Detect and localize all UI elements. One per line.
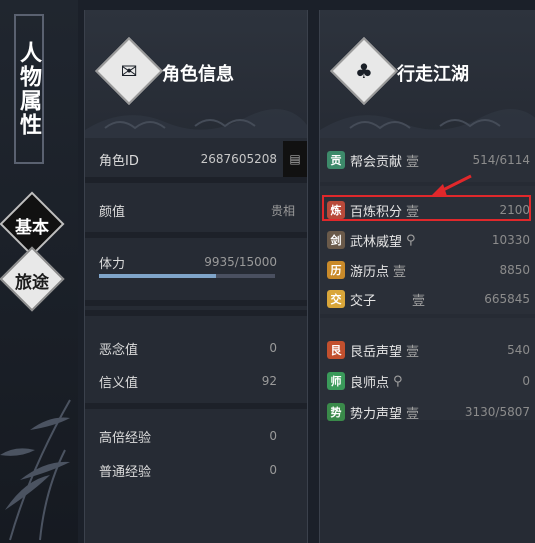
item-label: 艮岳声望 (350, 344, 403, 360)
item-label: 势力声望 (350, 406, 403, 422)
jianghu-title: 行走江湖 (397, 64, 469, 85)
scroll-icon: ✉ (120, 59, 138, 83)
section-title: 人物属性 (16, 41, 42, 137)
copy-id-icon[interactable]: ▤ (283, 141, 307, 177)
list-item-martial-prestige[interactable]: 剑 武林威望 ⚲ 10330 (320, 226, 535, 254)
evil-row: 恶念值 0 (85, 330, 307, 366)
normal-exp-value: 0 (269, 463, 277, 477)
normal-exp-row: 普通经验 0 (85, 452, 307, 488)
location-pin-icon: ⚲ (393, 373, 403, 389)
info-icon: 壹 (406, 344, 420, 360)
multi-exp-label: 高倍经验 (99, 430, 152, 446)
divider (85, 300, 307, 306)
info-icon: 壹 (406, 406, 420, 422)
list-item-jiaozi[interactable]: 交 交子 壹 665845 (320, 285, 535, 313)
role-id-value: 2687605208 (200, 152, 277, 166)
info-icon: 壹 (393, 264, 407, 280)
divider (85, 310, 307, 316)
stamina-label: 体力 (99, 256, 126, 272)
evil-value: 0 (269, 341, 277, 355)
stamina-row: 体力 9935/15000 (85, 244, 307, 280)
item-value: 514/6114 (472, 153, 531, 167)
red-arrow-icon (431, 174, 472, 196)
evil-label: 恶念值 (99, 342, 139, 358)
list-item-faction-prestige[interactable]: 势 势力声望 壹 3130/5807 (320, 398, 535, 426)
list-item-genyue-prestige[interactable]: 艮 艮岳声望 壹 540 (320, 336, 535, 364)
faith-value: 92 (261, 374, 277, 388)
guild-icon: 贡 (327, 151, 345, 169)
character-info-header: ✉ 角色信息 (85, 10, 307, 138)
item-value: 665845 (484, 292, 530, 306)
role-id-row: 角色ID 2687605208 ▤ (85, 141, 307, 177)
normal-exp-label: 普通经验 (99, 464, 152, 480)
cloud-decoration (320, 109, 535, 138)
jianghu-header: ♣ 行走江湖 (320, 10, 535, 138)
item-value: 8850 (499, 263, 530, 277)
travel-icon: 历 (327, 261, 345, 279)
tab-travel[interactable]: 旅途 (0, 268, 64, 293)
currency-icon: 交 (327, 290, 345, 308)
divider (85, 232, 307, 238)
bamboo-decoration (0, 399, 71, 541)
multi-exp-row: 高倍经验 0 (85, 418, 307, 454)
item-value: 10330 (491, 233, 530, 247)
divider (85, 177, 307, 183)
section-title-frame: 人物属性 (14, 14, 44, 164)
genyue-icon: 艮 (327, 341, 345, 359)
location-pin-icon: ⚲ (406, 232, 416, 248)
item-value: 540 (507, 343, 530, 357)
list-item-mentor-points[interactable]: 师 良师点 ⚲ 0 (320, 367, 535, 395)
stamina-bar (99, 274, 275, 278)
sword-icon: 剑 (327, 231, 345, 249)
item-label: 良师点 (350, 375, 390, 391)
item-label: 武林威望 (350, 234, 403, 250)
stamina-value: 9935/15000 (204, 255, 277, 269)
cloud-decoration (85, 109, 307, 138)
info-icon: 壹 (406, 154, 420, 170)
appearance-row: 颜值 贵相 (85, 192, 307, 228)
faith-label: 信义值 (99, 375, 139, 391)
gourd-icon: ♣ (355, 59, 373, 83)
character-info-title: 角色信息 (162, 64, 234, 85)
item-label: 游历点 (350, 264, 390, 280)
item-value: 3130/5807 (464, 405, 530, 419)
mentor-icon: 师 (327, 372, 345, 390)
character-info-panel: ✉ 角色信息 角色ID 2687605208 ▤ 颜值 贵相 体力 9935/1… (84, 10, 308, 543)
faction-icon: 势 (327, 403, 345, 421)
faith-row: 信义值 92 (85, 363, 307, 399)
appearance-value: 贵相 (270, 203, 295, 218)
info-icon: 壹 (412, 293, 426, 309)
stamina-bar-fill (99, 274, 216, 278)
jianghu-panel: ♣ 行走江湖 贡 帮会贡献 壹 514/6114 炼 百炼积分 壹 2100 剑… (319, 10, 535, 543)
item-value: 0 (522, 374, 530, 388)
item-label: 交子 (350, 293, 377, 309)
list-item-guild-contribution[interactable]: 贡 帮会贡献 壹 514/6114 (320, 146, 535, 174)
multi-exp-value: 0 (269, 429, 277, 443)
tab-basic[interactable]: 基本 (0, 213, 64, 238)
role-id-label: 角色ID (99, 153, 139, 169)
item-label: 帮会贡献 (350, 154, 403, 170)
list-item-travel-points[interactable]: 历 游历点 壹 8850 (320, 256, 535, 284)
left-nav: 人物属性 基本 旅途 (0, 0, 78, 543)
appearance-label: 颜值 (99, 204, 126, 220)
divider (85, 403, 307, 409)
